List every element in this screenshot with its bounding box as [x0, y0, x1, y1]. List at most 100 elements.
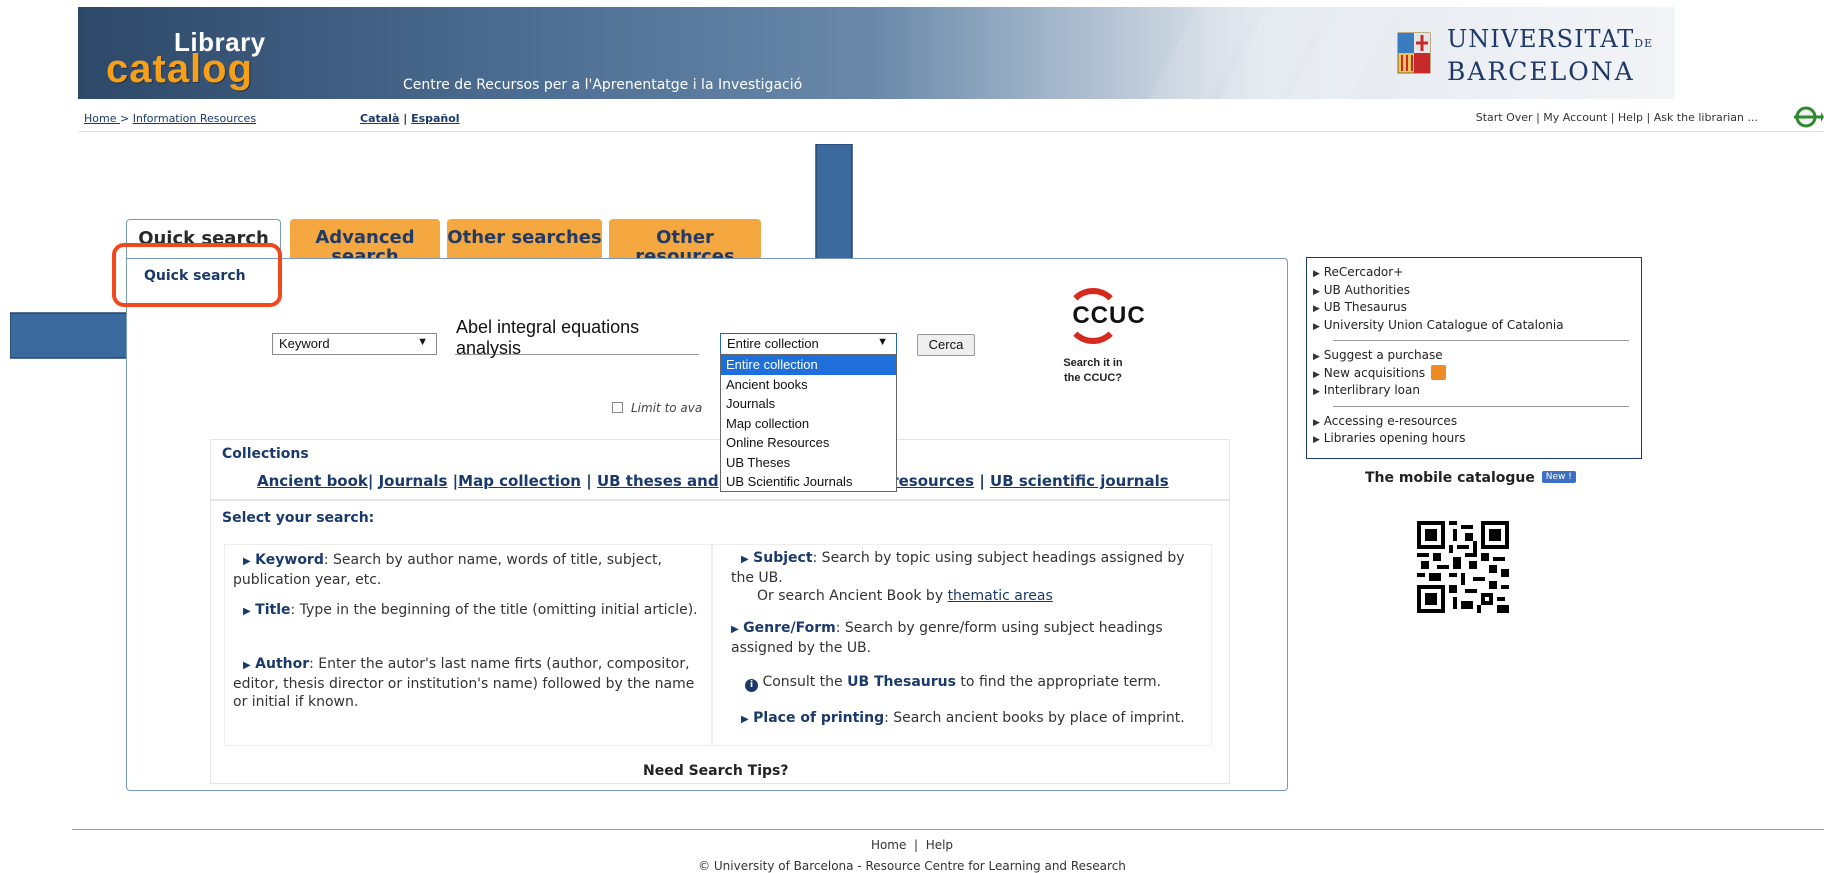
footer-divider [72, 829, 1824, 830]
user-links-separator: | [1532, 111, 1544, 124]
triangle-icon: ▶ [741, 714, 749, 725]
lang-separator: | [399, 112, 412, 125]
checkbox-icon[interactable] [612, 402, 623, 413]
footer-help-link[interactable]: Help [926, 838, 953, 852]
dropdown-option[interactable]: Map collection [721, 414, 896, 434]
help-place: ▶ Place of printing: Search ancient book… [731, 709, 1211, 729]
limit-available-label: Limit to ava [631, 401, 703, 415]
sidebar-divider [1333, 340, 1629, 341]
help-genre-title: Genre/Form [743, 620, 836, 636]
collection-theses-link[interactable]: UB theses and [597, 472, 719, 490]
help-author-title: Author [255, 656, 310, 672]
help-consult-pre: Consult the [762, 674, 848, 690]
help-genre: ▶ Genre/Form: Search by genre/form using… [731, 619, 1211, 657]
highlight-box [112, 243, 282, 307]
collection-dropdown-list[interactable]: Entire collection Ancient books Journals… [720, 354, 897, 492]
triangle-icon: ▶ [741, 554, 749, 565]
footer-separator: | [906, 838, 926, 852]
sidebar-item-label[interactable]: Interlibrary loan [1324, 383, 1420, 397]
search-tips-link[interactable]: Need Search Tips? [643, 763, 789, 779]
logo-catalog-text[interactable]: catalog [106, 47, 253, 92]
banner-subtitle: Centre de Recursos per a l'Aprenentatge … [403, 77, 803, 93]
mobile-catalogue-label[interactable]: The mobile catalogue [1365, 470, 1535, 486]
triangle-icon: ▶ [243, 556, 251, 567]
dropdown-option[interactable]: UB Scientific Journals [721, 472, 896, 492]
tab-advanced-search[interactable]: Advanced search [290, 219, 440, 261]
sidebar-links: ▶ ReCercador+ ▶ UB Authorities ▶ UB Thes… [1306, 257, 1642, 459]
ccuc-logo-icon: CCUC [1061, 288, 1157, 344]
breadcrumb-separator: > [119, 112, 133, 125]
thematic-areas-link[interactable]: thematic areas [948, 588, 1053, 604]
ub-shield-icon [1397, 32, 1431, 74]
help-consult: i Consult the UB Thesaurus to find the a… [731, 673, 1211, 692]
search-type-select[interactable]: Keyword ▼ [272, 333, 437, 355]
rss-feed-icon[interactable] [1431, 364, 1447, 380]
sidebar-item-new-acquisitions: ▶ New acquisitions [1313, 364, 1641, 383]
breadcrumb-home-link[interactable]: Home [84, 112, 120, 125]
sidebar-item-label[interactable]: UB Authorities [1324, 283, 1410, 297]
ask-librarian-link[interactable]: Ask the librarian ... [1654, 111, 1758, 124]
dropdown-option[interactable]: Ancient books [721, 375, 896, 395]
language-switcher: Català | Español [360, 112, 460, 125]
breadcrumb-information-resources-link[interactable]: Information Resources [133, 112, 256, 125]
sidebar-item-interlibrary-loan: ▶ Interlibrary loan [1313, 382, 1641, 400]
triangle-icon: ▶ [1313, 369, 1320, 380]
sidebar-item-label[interactable]: University Union Catalogue of Catalonia [1324, 318, 1564, 332]
sidebar-item-ub-authorities: ▶ UB Authorities [1313, 282, 1641, 300]
dropdown-option[interactable]: Journals [721, 394, 896, 414]
help-title-title: Title [255, 602, 291, 618]
sidebar-item-label[interactable]: Accessing e-resources [1324, 414, 1457, 428]
collections-links: Ancient book| Journals |Map collection |… [257, 472, 1169, 490]
sidebar-item-label[interactable]: New acquisitions [1324, 366, 1425, 380]
dropdown-option[interactable]: Entire collection [721, 355, 896, 375]
help-keyword: ▶ Keyword: Search by author name, words … [233, 551, 703, 589]
footer-copyright: © University of Barcelona - Resource Cen… [698, 859, 1126, 873]
lang-espanol-link[interactable]: Español [411, 112, 460, 125]
qr-code-icon[interactable] [1417, 521, 1509, 613]
ub-thesaurus-link[interactable]: UB Thesaurus [847, 674, 956, 690]
tab-other-resources[interactable]: Other resources [609, 219, 761, 261]
sidebar-item-label[interactable]: UB Thesaurus [1324, 300, 1407, 314]
tab-other-searches[interactable]: Other searches [447, 219, 602, 261]
search-button[interactable]: Cerca [917, 334, 975, 356]
collection-select-value: Entire collection [727, 336, 819, 351]
triangle-icon: ▶ [731, 624, 739, 635]
sidebar-item-opening-hours: ▶ Libraries opening hours [1313, 430, 1641, 448]
start-over-link[interactable]: Start Over [1476, 111, 1533, 124]
mobile-catalogue-heading: The mobile catalogue New ! [1365, 470, 1576, 486]
ask-librarian-icon[interactable] [1790, 106, 1824, 128]
sidebar-item-label[interactable]: Libraries opening hours [1324, 431, 1466, 445]
ub-wordmark-line1: UNIVERSITAT [1447, 25, 1635, 53]
help-place-desc: : Search ancient books by place of impri… [884, 710, 1185, 726]
collection-select[interactable]: Entire collection ▼ [720, 333, 897, 355]
my-account-link[interactable]: My Account [1543, 111, 1607, 124]
lang-catala-link[interactable]: Català [360, 112, 399, 125]
search-help-right: ▶ Subject: Search by topic using subject… [712, 544, 1212, 746]
collection-ancient-link[interactable]: Ancient book [257, 472, 368, 490]
help-link[interactable]: Help [1618, 111, 1643, 124]
new-badge: New ! [1541, 471, 1576, 483]
sidebar-divider [1333, 405, 1629, 407]
footer-home-link[interactable]: Home [871, 838, 906, 852]
footer-links: Home | Help [0, 838, 1824, 852]
breadcrumb: Home > Information Resources [84, 112, 256, 125]
triangle-icon: ▶ [1313, 269, 1320, 279]
collection-scientific-link[interactable]: UB scientific journals [990, 472, 1169, 490]
collection-journals-link[interactable]: Journals [379, 472, 448, 490]
sidebar-item-label[interactable]: Suggest a purchase [1324, 348, 1443, 362]
collection-map-link[interactable]: Map collection [458, 472, 581, 490]
user-links-separator: | [1642, 111, 1654, 124]
triangle-icon: ▶ [1313, 286, 1320, 297]
ccuc-caption-line1: Search it in [1063, 357, 1123, 369]
triangle-icon: ▶ [1313, 352, 1320, 362]
dropdown-option[interactable]: Online Resources [721, 433, 896, 453]
ccuc-search-link[interactable]: CCUC Search it in the CCUC? [1038, 288, 1157, 386]
dropdown-option[interactable]: UB Theses [721, 453, 896, 473]
triangle-icon: ▶ [1313, 304, 1320, 314]
triangle-icon: ▶ [1313, 417, 1320, 428]
sidebar-item-label[interactable]: ReCercador+ [1324, 265, 1404, 279]
help-title-desc: : Type in the beginning of the title (om… [290, 602, 698, 618]
ub-wordmark[interactable]: UNIVERSITATDE BARCELONA [1447, 25, 1653, 86]
search-input-value: Abel integral equations analysis [456, 317, 640, 358]
limit-available-checkbox[interactable]: Limit to ava [612, 401, 702, 415]
